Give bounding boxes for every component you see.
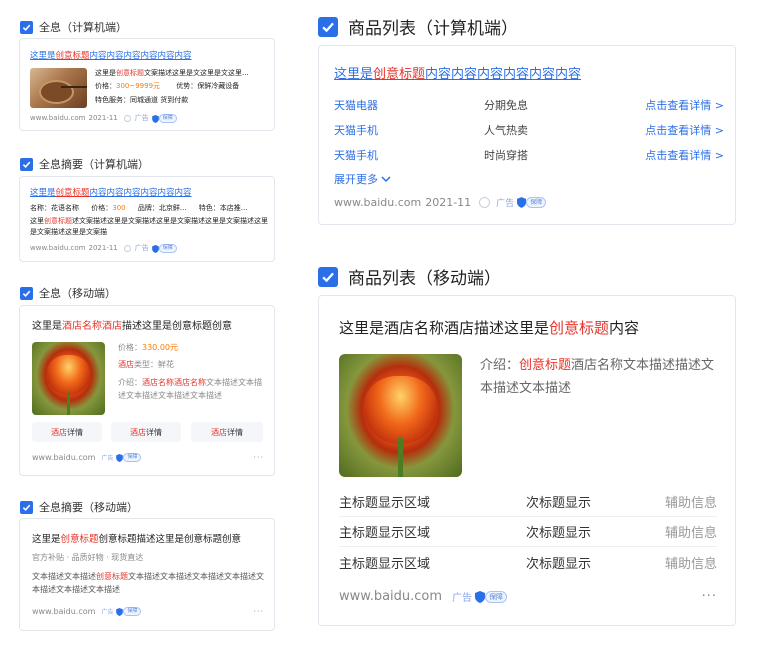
section-header-holo-mobile: 全息（移动端） xyxy=(20,285,116,301)
ad-label: 广告 xyxy=(101,455,114,462)
info-row[interactable]: 主标题显示区域 次标题显示 辅助信息 xyxy=(339,547,717,577)
info-row[interactable]: 主标题显示区域 次标题显示 辅助信息 xyxy=(339,517,717,547)
ad-label: 广告 xyxy=(134,114,149,122)
more-options-icon[interactable]: ··· xyxy=(253,607,264,616)
shield-icon xyxy=(517,197,527,208)
checkbox-holo-summary-pc[interactable] xyxy=(20,157,33,171)
section-header-holo-summary-pc: 全息摘要（计算机端） xyxy=(20,156,149,172)
card-title[interactable]: 这里是创意标题创意标题描述这里是创意标题创意 xyxy=(32,531,241,545)
card-description: 文本描述文本描述创意标题文本描述文本描述文本描述文本描述文本描述文本描述文本描述 xyxy=(32,572,264,594)
card-footer: www.baidu.com 2021-11 广告 保障 xyxy=(30,113,177,124)
card-title-link[interactable]: 这里是创意标题内容内容内容内容内容内容 xyxy=(30,49,192,61)
card-price-row: 价格：300~9999元 优势：保鲜冷藏设备 xyxy=(95,82,240,90)
info-circle-icon[interactable] xyxy=(123,115,131,122)
source-url[interactable]: www.baidu.com xyxy=(30,243,86,254)
product-row[interactable]: 天猫电器 分期免息 点击查看详情 > xyxy=(334,92,724,117)
intro-text: 介绍：酒店名称酒店名称文本描述文本描述文本描述文本描述文本描述 xyxy=(118,378,262,400)
product-image[interactable] xyxy=(339,354,462,477)
source-url[interactable]: www.baidu.com xyxy=(32,607,95,616)
date-text: 2021-11 xyxy=(425,196,472,209)
price-row: 价格：330.00元 xyxy=(118,343,178,352)
expand-more-button[interactable]: 展开更多 xyxy=(334,171,392,187)
guarantee-badge[interactable]: 保障 xyxy=(475,590,508,603)
shield-icon xyxy=(151,244,159,253)
view-details-link[interactable]: 点击查看详情 > xyxy=(645,97,724,113)
more-options-icon[interactable]: ··· xyxy=(702,589,717,604)
more-options-icon[interactable]: ··· xyxy=(253,453,264,462)
source-url[interactable]: www.baidu.com xyxy=(339,589,442,604)
section-header-holo-pc: 全息（计算机端） xyxy=(20,19,127,35)
type-row: 酒店类型：鲜花 xyxy=(118,360,174,369)
source-url[interactable]: www.baidu.com xyxy=(32,453,95,462)
card-footer: www.baidu.com 广告 保障 ··· xyxy=(32,453,264,462)
ad-label: 广告 xyxy=(496,199,515,209)
ad-card-holo-summary-pc[interactable]: 这里是创意标题内容内容内容内容内容内容 名称：花语名称 价格：300 品牌：北京… xyxy=(19,176,275,262)
section-label: 商品列表（移动端） xyxy=(348,269,501,289)
card-footer: www.baidu.com 2021-11 广告 保障 xyxy=(30,243,177,254)
section-label: 全息摘要（计算机端） xyxy=(39,158,149,171)
ad-card-product-list-pc[interactable]: 这里是创意标题内容内容内容内容内容内容 天猫电器 分期免息 点击查看详情 > 天… xyxy=(318,45,736,225)
shield-icon xyxy=(151,114,159,123)
card-footer: www.baidu.com 广告 保障 ··· xyxy=(32,607,264,616)
tag-row: 官方补贴 · 品质好物 · 现货直达 xyxy=(32,553,144,562)
ad-card-product-list-mobile[interactable]: 这里是酒店名称酒店描述这里是创意标题内容 介绍：创意标题酒店名称文本描述描述文本… xyxy=(318,295,736,626)
info-row[interactable]: 主标题显示区域 次标题显示 辅助信息 xyxy=(339,487,717,517)
card-title-link[interactable]: 这里是创意标题内容内容内容内容内容内容 xyxy=(334,63,581,82)
section-header-holo-summary-mobile: 全息摘要（移动端） xyxy=(20,499,138,515)
product-row[interactable]: 天猫手机 人气热卖 点击查看详情 > xyxy=(334,117,724,142)
ad-label: 广告 xyxy=(101,609,114,616)
card-footer: www.baidu.com 2021-11 广告 保障 xyxy=(334,196,547,209)
info-rows: 主标题显示区域 次标题显示 辅助信息 主标题显示区域 次标题显示 辅助信息 主标… xyxy=(339,487,717,577)
intro-text: 介绍：创意标题酒店名称文本描述描述文本描述文本描述 xyxy=(480,358,715,396)
info-circle-icon[interactable] xyxy=(479,197,491,208)
hotel-detail-button-3[interactable]: 酒店 详情 xyxy=(191,422,263,442)
checkbox-product-list-pc[interactable] xyxy=(318,16,338,37)
section-label: 全息摘要（移动端） xyxy=(39,501,138,514)
hotel-detail-button-2[interactable]: 酒店 详情 xyxy=(111,422,181,442)
guarantee-badge[interactable]: 保障 xyxy=(151,114,177,123)
hotel-detail-button-1[interactable]: 酒店 详情 xyxy=(32,422,102,442)
checkbox-holo-pc[interactable] xyxy=(20,20,33,34)
card-title[interactable]: 这里是酒店名称酒店描述这里是创意标题创意 xyxy=(32,317,232,332)
source-url[interactable]: www.baidu.com xyxy=(334,196,421,209)
ad-card-holo-mobile[interactable]: 这里是酒店名称酒店描述这里是创意标题创意 价格：330.00元 酒店类型：鲜花 … xyxy=(19,305,275,476)
guarantee-badge[interactable]: 保障 xyxy=(151,244,177,253)
guarantee-badge[interactable]: 保障 xyxy=(116,607,142,616)
card-description: 这里是创意标题文案描述这里是文这里是文这里... xyxy=(95,69,249,77)
card-description: 这里创意标题述文案描述这里是文案描述这里是文案描述这里是文案描述这里是文案描述这… xyxy=(30,217,268,236)
product-image[interactable] xyxy=(32,342,105,415)
card-meta-row: 名称：花语名称 价格：300 品牌：北京鲜... 特色：本店推... xyxy=(30,204,248,212)
card-service-row: 特色服务：同城通道 货到付款 xyxy=(95,96,189,104)
checkbox-product-list-mobile[interactable] xyxy=(318,266,338,287)
section-header-product-list-pc: 商品列表（计算机端） xyxy=(318,14,518,39)
view-details-link[interactable]: 点击查看详情 > xyxy=(645,122,724,138)
guarantee-badge[interactable]: 保障 xyxy=(517,197,547,208)
view-details-link[interactable]: 点击查看详情 > xyxy=(645,147,724,163)
checkbox-holo-mobile[interactable] xyxy=(20,286,33,300)
card-title[interactable]: 这里是酒店名称酒店描述这里是创意标题内容 xyxy=(339,317,639,338)
shield-icon xyxy=(116,453,124,462)
card-footer: www.baidu.com 广告 保障 ··· xyxy=(339,589,717,604)
product-rows: 天猫电器 分期免息 点击查看详情 > 天猫手机 人气热卖 点击查看详情 > 天猫… xyxy=(334,92,724,167)
guarantee-badge[interactable]: 保障 xyxy=(116,453,142,462)
product-image[interactable] xyxy=(30,68,87,108)
source-url[interactable]: www.baidu.com xyxy=(30,113,86,124)
ad-card-holo-pc[interactable]: 这里是创意标题内容内容内容内容内容内容 这里是创意标题文案描述这里是文这里是文这… xyxy=(19,38,275,131)
ad-label: 广告 xyxy=(134,244,149,252)
shield-icon xyxy=(116,607,124,616)
section-label: 商品列表（计算机端） xyxy=(348,19,518,39)
product-row[interactable]: 天猫手机 时尚穿搭 点击查看详情 > xyxy=(334,142,724,167)
date-text: 2021-11 xyxy=(88,244,118,252)
section-label: 全息（计算机端） xyxy=(39,21,127,34)
shield-icon xyxy=(475,590,486,603)
section-label: 全息（移动端） xyxy=(39,287,116,300)
info-circle-icon[interactable] xyxy=(123,245,131,252)
date-text: 2021-11 xyxy=(88,114,118,122)
checkbox-holo-summary-mobile[interactable] xyxy=(20,500,33,514)
ad-card-holo-summary-mobile[interactable]: 这里是创意标题创意标题描述这里是创意标题创意 官方补贴 · 品质好物 · 现货直… xyxy=(19,518,275,631)
chevron-down-icon xyxy=(381,176,391,183)
section-header-product-list-mobile: 商品列表（移动端） xyxy=(318,264,501,289)
card-title-link[interactable]: 这里是创意标题内容内容内容内容内容内容 xyxy=(30,186,192,198)
ad-label: 广告 xyxy=(452,593,473,604)
